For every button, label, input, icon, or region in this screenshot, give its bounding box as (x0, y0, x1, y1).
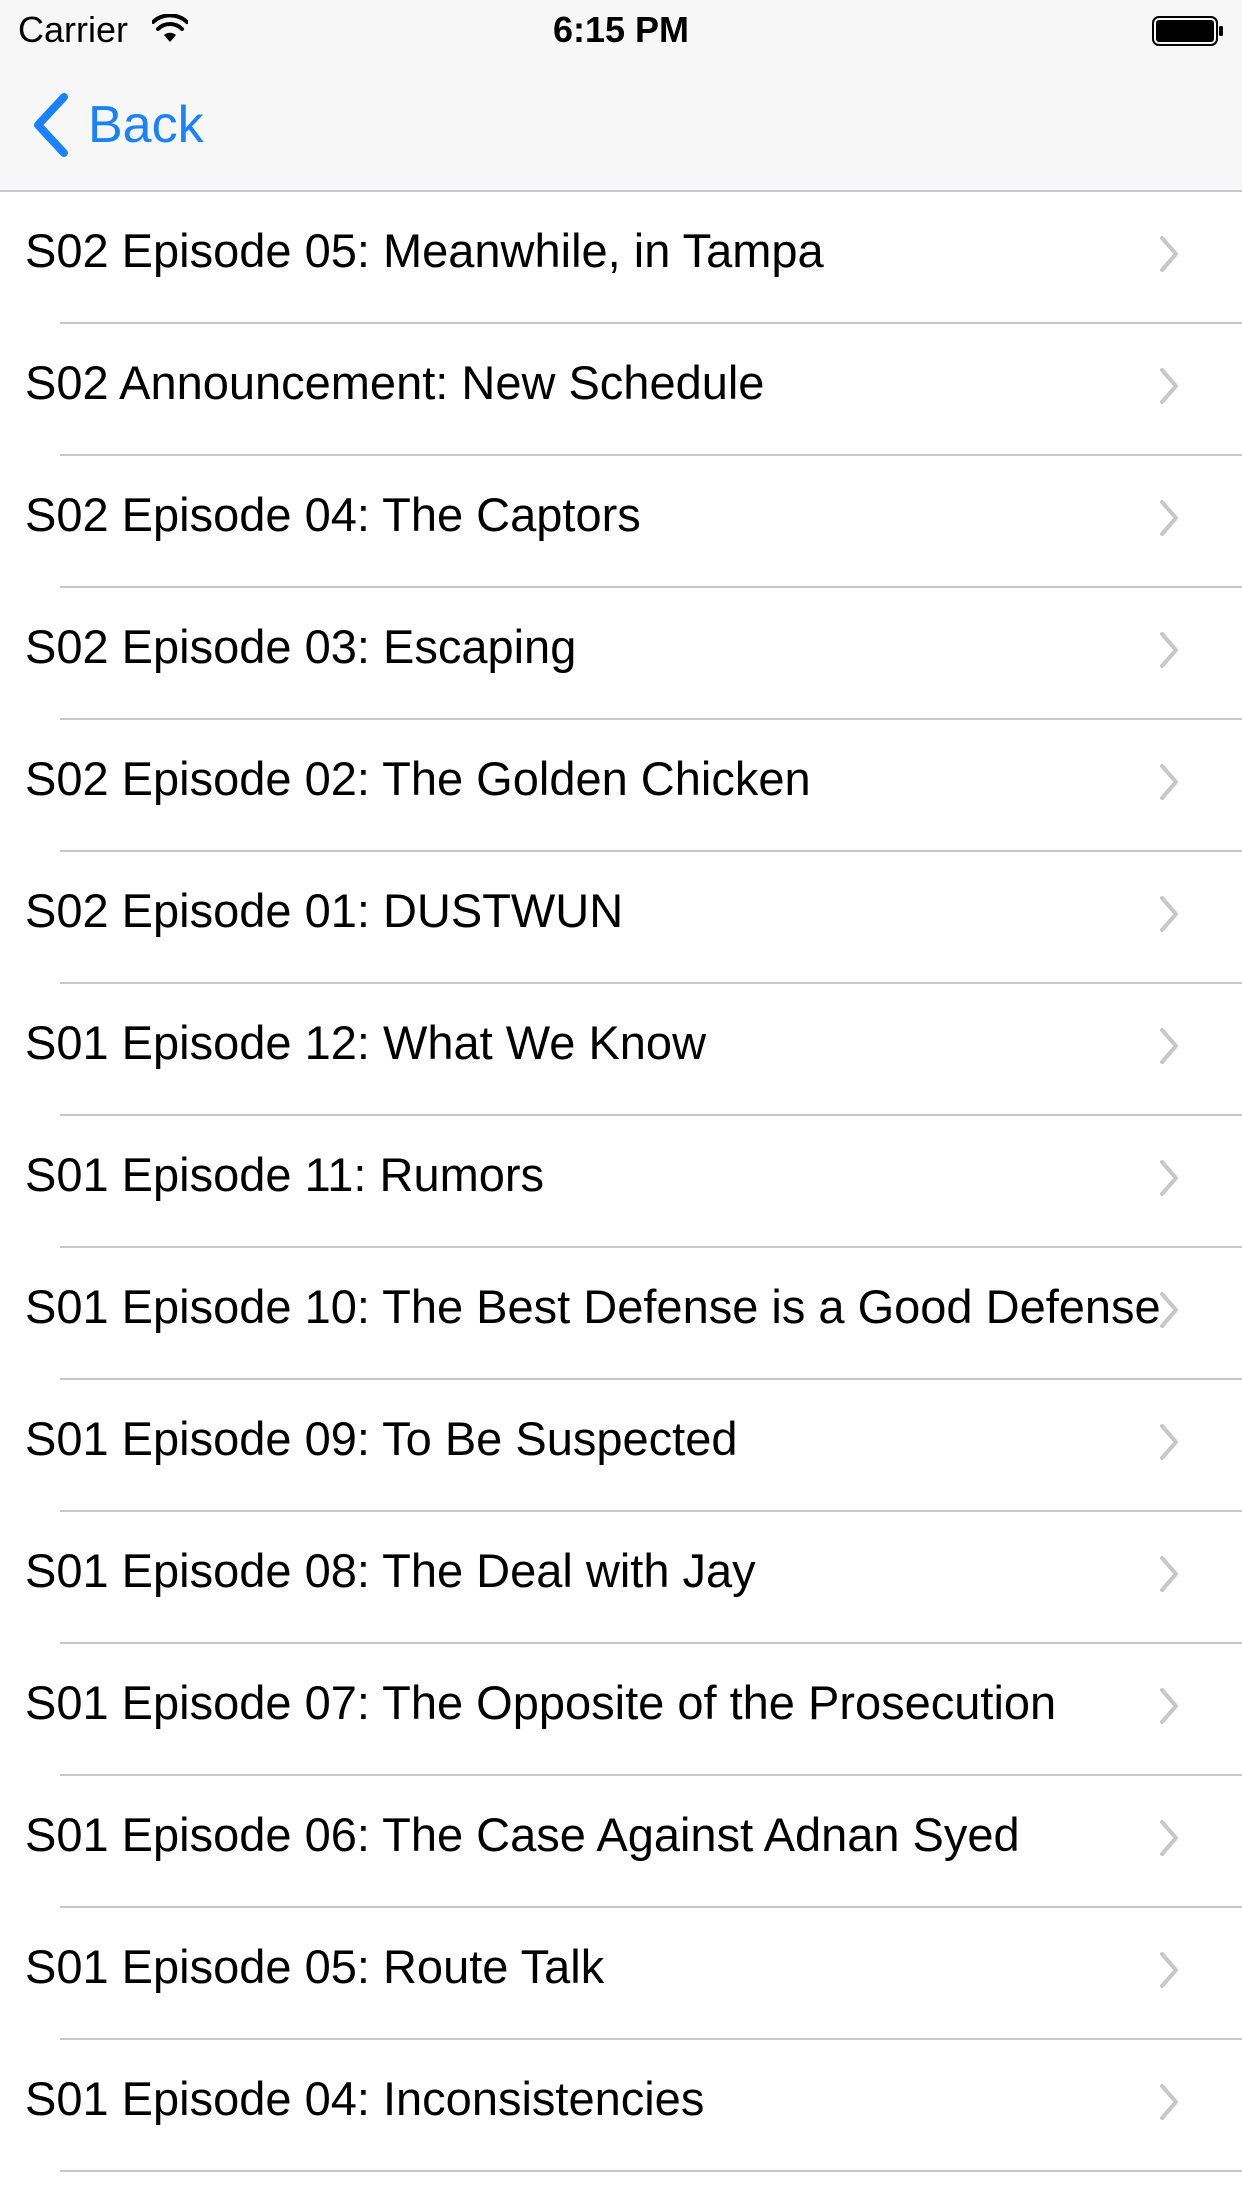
episode-title: S01 Episode 11: Rumors (25, 1148, 545, 1201)
episode-row[interactable]: S02 Episode 01: DUSTWUN (0, 852, 1242, 984)
back-label: Back (88, 96, 204, 154)
episode-title: S01 Episode 06: The Case Against Adnan S… (25, 1808, 1020, 1861)
chevron-right-icon (1160, 1028, 1178, 1064)
episode-row[interactable]: S02 Episode 05: Meanwhile, in Tampa (0, 192, 1242, 324)
chevron-right-icon (1160, 1820, 1178, 1856)
chevron-right-icon (1160, 236, 1178, 272)
chevron-right-icon (1160, 1160, 1178, 1196)
episode-title: S02 Announcement: New Schedule (25, 356, 765, 409)
chevron-right-icon (1160, 896, 1178, 932)
top-bar: Carrier 6:15 PM Back (0, 0, 1242, 192)
episode-title: S02 Episode 04: The Captors (25, 488, 641, 541)
status-bar: Carrier 6:15 PM (0, 0, 1242, 60)
episode-title: S01 Episode 10: The Best Defense is a Go… (25, 1280, 1161, 1333)
episode-row[interactable]: S01 Episode 07: The Opposite of the Pros… (0, 1644, 1242, 1776)
episode-row[interactable]: S01 Episode 09: To Be Suspected (0, 1380, 1242, 1512)
episode-row[interactable]: S01 Episode 04: Inconsistencies (0, 2040, 1242, 2172)
row-separator (60, 2170, 1242, 2172)
battery-icon (1152, 16, 1223, 46)
episode-row[interactable]: S01 Episode 06: The Case Against Adnan S… (0, 1776, 1242, 1908)
navigation-bar: Back (0, 60, 1242, 190)
episode-title: S02 Episode 01: DUSTWUN (25, 884, 624, 937)
episode-row[interactable]: S01 Episode 12: What We Know (0, 984, 1242, 1116)
chevron-right-icon (1160, 1292, 1178, 1328)
episode-title: S01 Episode 12: What We Know (25, 1016, 707, 1069)
episode-title: S01 Episode 04: Inconsistencies (25, 2072, 705, 2125)
episode-title: S02 Episode 05: Meanwhile, in Tampa (25, 224, 824, 277)
episode-row[interactable]: S02 Episode 02: The Golden Chicken (0, 720, 1242, 852)
chevron-left-icon (34, 93, 68, 157)
episode-title: S02 Episode 03: Escaping (25, 620, 577, 673)
chevron-right-icon (1160, 1556, 1178, 1592)
chevron-right-icon (1160, 368, 1178, 404)
episode-title: S01 Episode 08: The Deal with Jay (25, 1544, 756, 1597)
episode-title: S01 Episode 07: The Opposite of the Pros… (25, 1676, 1057, 1729)
episode-title: S01 Episode 09: To Be Suspected (25, 1412, 738, 1465)
chevron-right-icon (1160, 1952, 1178, 1988)
episode-row[interactable]: S02 Episode 04: The Captors (0, 456, 1242, 588)
chevron-right-icon (1160, 764, 1178, 800)
episode-row[interactable]: S01 Episode 10: The Best Defense is a Go… (0, 1248, 1242, 1380)
chevron-right-icon (1160, 500, 1178, 536)
episode-row[interactable]: S01 Episode 08: The Deal with Jay (0, 1512, 1242, 1644)
chevron-right-icon (1160, 632, 1178, 668)
episode-title: S01 Episode 05: Route Talk (25, 1940, 605, 1993)
episode-row[interactable]: S02 Announcement: New Schedule (0, 324, 1242, 456)
status-time: 6:15 PM (552, 9, 690, 50)
back-button[interactable]: Back (30, 90, 204, 160)
episode-list: S02 Episode 05: Meanwhile, in Tampa S02 A… (0, 192, 1242, 2172)
episode-row[interactable]: S02 Episode 03: Escaping (0, 588, 1242, 720)
chevron-right-icon (1160, 2084, 1178, 2120)
chevron-right-icon (1160, 1688, 1178, 1724)
episode-title: S02 Episode 02: The Golden Chicken (25, 752, 811, 805)
chevron-right-icon (1160, 1424, 1178, 1460)
episode-row[interactable]: S01 Episode 11: Rumors (0, 1116, 1242, 1248)
episode-row[interactable]: S01 Episode 05: Route Talk (0, 1908, 1242, 2040)
